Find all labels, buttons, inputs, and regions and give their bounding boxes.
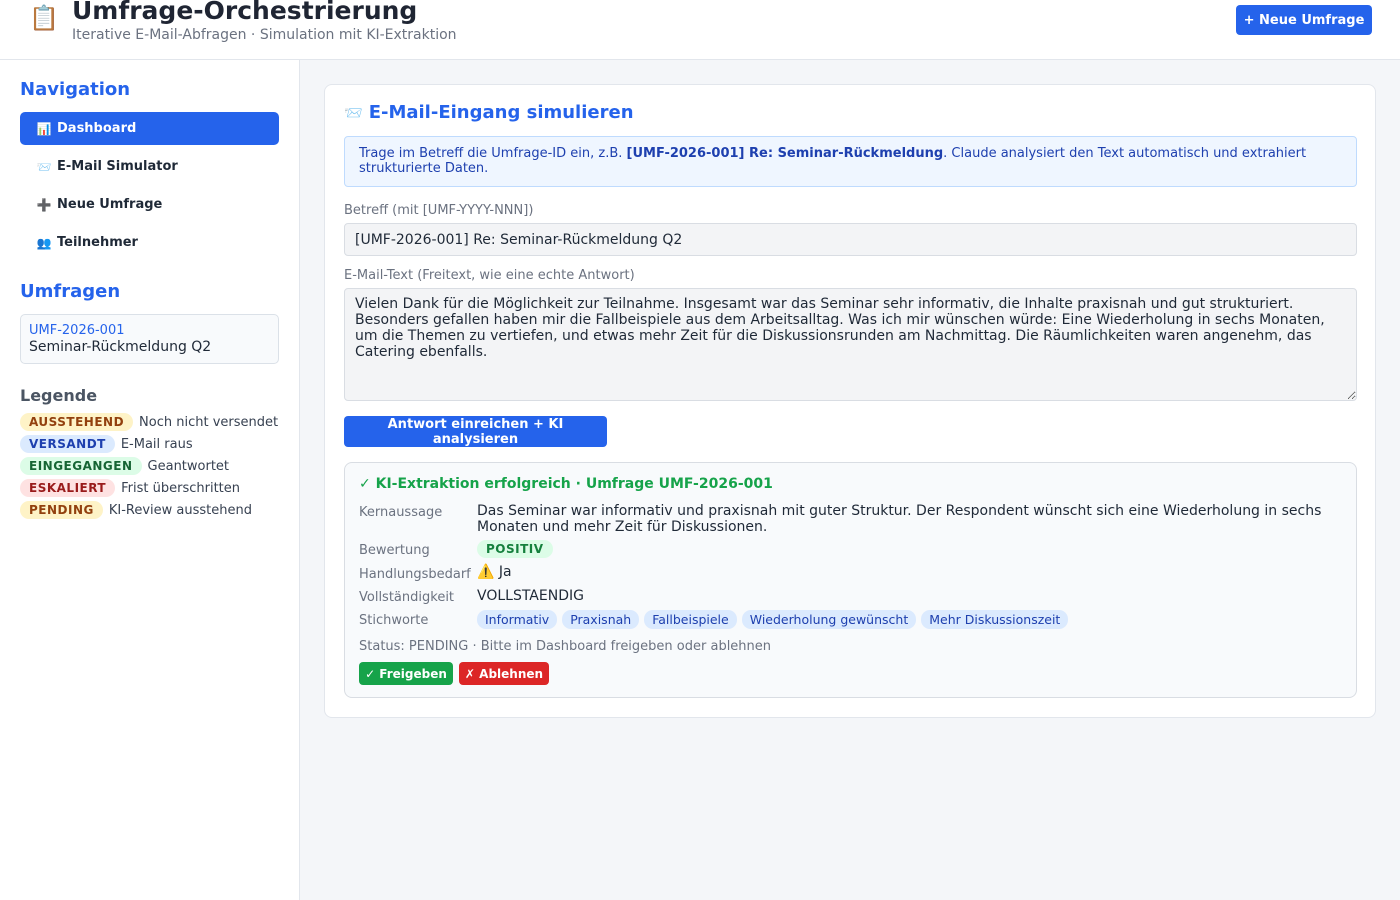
status-badge: VERSANDT <box>20 435 115 453</box>
sentiment-badge: POSITIV <box>477 540 553 558</box>
body-label: E-Mail-Text (Freitext, wie eine echte An… <box>344 268 635 283</box>
sidebar-item-dashboard[interactable]: 📊 Dashboard <box>20 112 279 145</box>
legend-item: VERSANDT E-Mail raus <box>20 435 193 453</box>
subject-label: Betreff (mit [UMF-YYYY-NNN]) <box>344 203 534 218</box>
vollstaendigkeit-label: Vollständigkeit <box>359 590 455 605</box>
extraction-result: ✓ KI-Extraktion erfolgreich · Umfrage UM… <box>344 462 1357 698</box>
legend-text: Noch nicht versendet <box>139 414 279 430</box>
clipboard-icon: 📋 <box>29 4 59 32</box>
chart-icon: 📊 <box>36 121 52 136</box>
legend-item: PENDING KI-Review ausstehend <box>20 501 252 519</box>
kernaussage-value: Das Seminar war informativ und praxisnah… <box>477 503 1322 535</box>
survey-list-item[interactable]: UMF-2026-001 Seminar-Rückmeldung Q2 <box>20 314 279 364</box>
legend-item: AUSSTEHEND Noch nicht versendet <box>20 413 278 431</box>
stichworte-label: Stichworte <box>359 613 429 628</box>
sidebar: Navigation 📊 Dashboard 📨 E-Mail Simulato… <box>0 60 300 900</box>
sidebar-item-label: Neue Umfrage <box>57 197 163 212</box>
subject-input[interactable] <box>344 223 1357 256</box>
new-survey-button[interactable]: + Neue Umfrage <box>1236 5 1372 35</box>
sidebar-item-email-simulator[interactable]: 📨 E-Mail Simulator <box>20 150 279 183</box>
submit-analyze-button[interactable]: Antwort einreichen + KI analysieren <box>344 416 607 447</box>
info-example: [UMF-2026-001] Re: Seminar-Rückmeldung <box>626 146 944 161</box>
keyword-tag: Mehr Diskussionszeit <box>921 610 1069 629</box>
info-box: Trage im Betreff die Umfrage-ID ein, z.B… <box>344 136 1357 187</box>
survey-id: UMF-2026-001 <box>29 323 125 338</box>
app-header: 📋 Umfrage-Orchestrierung Iterative E-Mai… <box>0 0 1400 60</box>
page-title: Umfrage-Orchestrierung <box>72 0 418 25</box>
handlungsbedarf-label: Handlungsbedarf <box>359 567 471 582</box>
warning-icon: ⚠️ <box>477 564 495 580</box>
keyword-tag: Praxisnah <box>562 610 640 629</box>
info-text-prefix: Trage im Betreff die Umfrage-ID ein, z.B… <box>359 146 627 161</box>
sidebar-item-label: Teilnehmer <box>57 235 138 250</box>
handlungsbedarf-text: Ja <box>498 564 512 580</box>
sidebar-item-label: Dashboard <box>57 121 137 136</box>
sidebar-item-label: E-Mail Simulator <box>57 159 178 174</box>
survey-name: Seminar-Rückmeldung Q2 <box>29 339 212 355</box>
status-badge: EINGEGANGEN <box>20 457 142 475</box>
keyword-tag: Wiederholung gewünscht <box>741 610 917 629</box>
bewertung-label: Bewertung <box>359 543 430 558</box>
sidebar-item-new-survey[interactable]: ➕ Neue Umfrage <box>20 188 279 221</box>
panel-title-text: E-Mail-Eingang simulieren <box>368 102 634 123</box>
envelope-icon: 📨 <box>36 159 52 174</box>
vollstaendigkeit-value: VOLLSTAENDIG <box>477 588 584 604</box>
approve-button[interactable]: ✓ Freigeben <box>359 662 453 685</box>
status-badge: PENDING <box>20 501 103 519</box>
status-line: Status: PENDING · Bitte im Dashboard fre… <box>359 639 772 654</box>
email-body-textarea[interactable]: Vielen Dank für die Möglichkeit zur Teil… <box>344 288 1357 401</box>
users-icon: 👥 <box>36 235 52 250</box>
result-title: ✓ KI-Extraktion erfolgreich · Umfrage UM… <box>359 476 773 492</box>
legend-heading: Legende <box>20 386 98 405</box>
legend-item: ESKALIERT Frist überschritten <box>20 479 240 497</box>
legend-text: Geantwortet <box>147 458 230 474</box>
panel-title: 📨 E-Mail-Eingang simulieren <box>344 102 634 124</box>
legend-text: KI-Review ausstehend <box>108 502 252 518</box>
keyword-tag: Informativ <box>477 610 558 629</box>
bewertung-value: POSITIV <box>477 540 553 558</box>
page-subtitle: Iterative E-Mail-Abfragen · Simulation m… <box>72 27 457 43</box>
status-badge: AUSSTEHEND <box>20 413 134 431</box>
keyword-tag: Fallbeispiele <box>644 610 737 629</box>
keyword-tags: Informativ Praxisnah Fallbeispiele Wiede… <box>477 610 1069 629</box>
plus-icon: ➕ <box>36 197 52 212</box>
handlungsbedarf-value: ⚠️ Ja <box>477 564 512 580</box>
surveys-heading: Umfragen <box>20 281 121 302</box>
envelope-icon: 📨 <box>344 104 363 122</box>
nav-heading: Navigation <box>20 79 131 100</box>
legend-item: EINGEGANGEN Geantwortet <box>20 457 229 475</box>
sidebar-item-participants[interactable]: 👥 Teilnehmer <box>20 226 279 259</box>
reject-button[interactable]: ✗ Ablehnen <box>459 662 549 685</box>
legend-text: Frist überschritten <box>121 480 240 496</box>
legend-text: E-Mail raus <box>120 436 193 452</box>
email-simulator-panel: 📨 E-Mail-Eingang simulieren Trage im Betr… <box>324 84 1376 718</box>
status-badge: ESKALIERT <box>20 479 116 497</box>
kernaussage-label: Kernaussage <box>359 505 443 520</box>
